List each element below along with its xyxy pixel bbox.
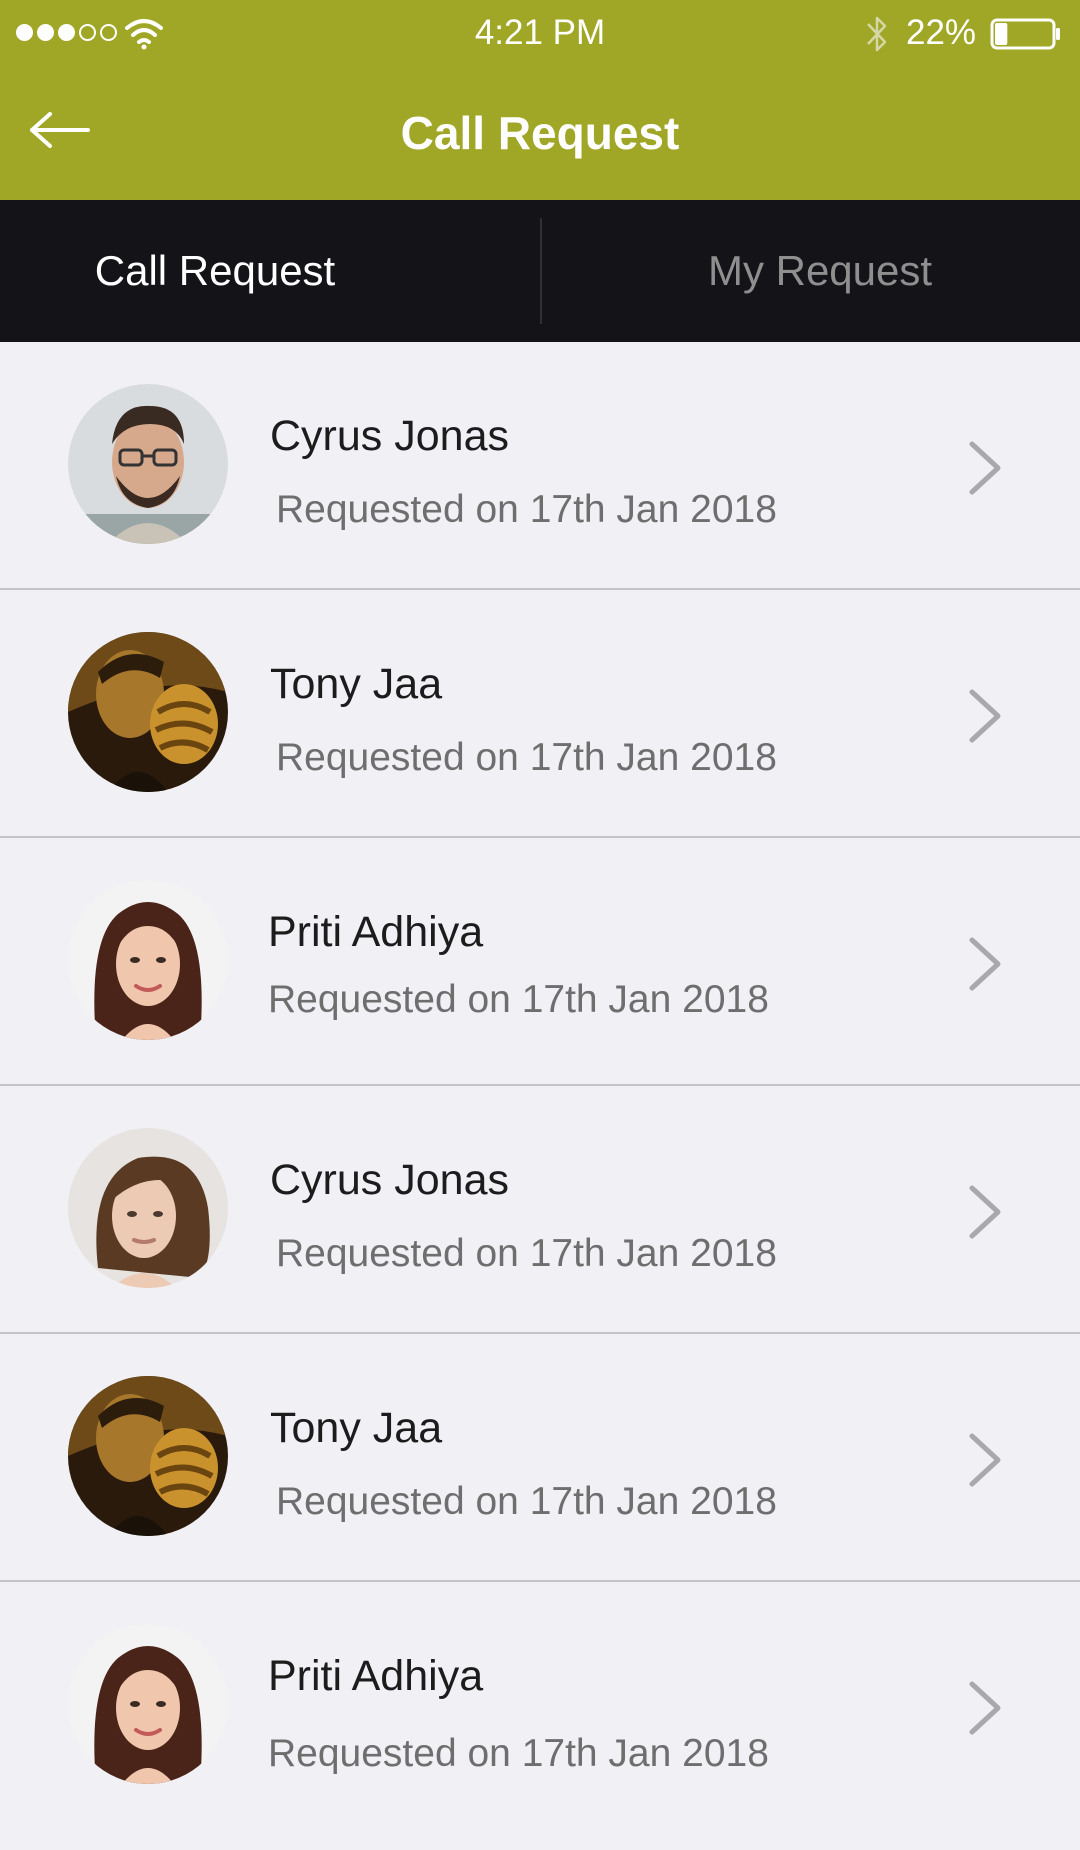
request-list-item[interactable]: Cyrus Jonas Requested on 17th Jan 2018	[0, 1086, 1080, 1334]
request-name: Tony Jaa	[270, 1404, 443, 1452]
chevron-right-icon	[969, 441, 1001, 495]
tab-call-request[interactable]: Call Request	[0, 200, 540, 342]
chevron-right-icon	[969, 1433, 1001, 1487]
chevron-right-icon	[969, 937, 1001, 991]
bluetooth-icon	[867, 16, 887, 52]
request-list-item[interactable]: Priti Adhiya Requested on 17th Jan 2018	[0, 838, 1080, 1086]
request-date: Requested on 17th Jan 2018	[276, 488, 777, 531]
chevron-right-icon	[969, 689, 1001, 743]
avatar	[68, 384, 228, 544]
status-bar: 4:21 PM 22%	[0, 0, 1080, 66]
request-list-item[interactable]: Priti Adhiya Requested on 17th Jan 2018	[0, 1582, 1080, 1828]
avatar	[68, 1376, 228, 1536]
request-date: Requested on 17th Jan 2018	[276, 736, 777, 779]
request-name: Priti Adhiya	[268, 1652, 484, 1700]
request-list-item[interactable]: Tony Jaa Requested on 17th Jan 2018	[0, 590, 1080, 838]
request-name: Priti Adhiya	[268, 908, 484, 956]
request-name: Tony Jaa	[270, 660, 443, 708]
avatar	[68, 880, 228, 1040]
request-list: Cyrus Jonas Requested on 17th Jan 2018 T…	[0, 342, 1080, 1828]
chevron-right-icon	[969, 1681, 1001, 1735]
battery-icon	[990, 18, 1060, 50]
tab-bar: Call Request My Request	[0, 200, 1080, 342]
app-header: 4:21 PM 22% Call Request	[0, 0, 1080, 200]
avatar	[68, 1128, 228, 1288]
avatar	[68, 1624, 228, 1784]
request-name: Cyrus Jonas	[270, 412, 509, 460]
request-name: Cyrus Jonas	[270, 1156, 509, 1204]
request-date: Requested on 17th Jan 2018	[276, 1232, 777, 1275]
request-list-item[interactable]: Cyrus Jonas Requested on 17th Jan 2018	[0, 342, 1080, 590]
request-date: Requested on 17th Jan 2018	[276, 1480, 777, 1523]
tab-my-request[interactable]: My Request	[540, 200, 1080, 342]
request-date: Requested on 17th Jan 2018	[268, 1732, 769, 1775]
battery-percentage: 22%	[906, 13, 977, 52]
request-list-item[interactable]: Tony Jaa Requested on 17th Jan 2018	[0, 1334, 1080, 1582]
page-title: Call Request	[400, 107, 680, 159]
chevron-right-icon	[969, 1185, 1001, 1239]
avatar	[68, 632, 228, 792]
request-date: Requested on 17th Jan 2018	[268, 978, 769, 1021]
